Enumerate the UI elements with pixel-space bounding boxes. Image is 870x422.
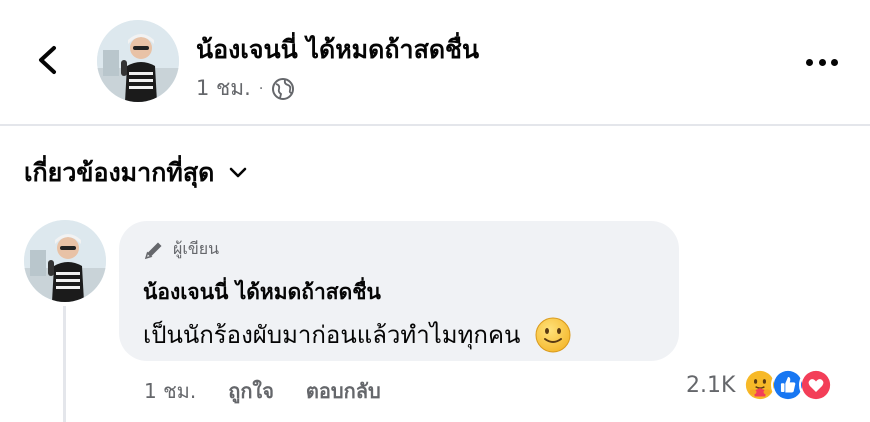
more-dot-icon xyxy=(831,58,838,66)
commenter-name[interactable]: น้องเจนนี่ ได้หมดถ้าสดชื่น xyxy=(143,276,381,309)
comment-bubble[interactable]: ผู้เขียน น้องเจนนี่ ได้หมดถ้าสดชื่น เป็น… xyxy=(119,221,679,361)
header-divider xyxy=(0,124,870,126)
commenter-avatar[interactable] xyxy=(24,220,106,302)
more-dot-icon xyxy=(818,58,826,66)
love-reaction-icon xyxy=(799,368,834,402)
back-arrow-icon xyxy=(39,46,56,74)
author-badge: ผู้เขียน xyxy=(143,237,219,262)
meta-separator: · xyxy=(258,80,264,97)
avatar-photo xyxy=(24,220,106,302)
more-dot-icon xyxy=(806,58,813,66)
post-meta: 1 ชม. · xyxy=(196,72,295,105)
comment-actions: 1 ชม. ถูกใจ ตอบกลับ xyxy=(144,375,381,407)
comment-body: เป็นนักร้องผับมาก่อนแล้วทำไมทุกคน xyxy=(143,321,521,349)
comment-text: เป็นนักร้องผับมาก่อนแล้วทำไมทุกคน xyxy=(143,315,572,354)
chevron-down-icon xyxy=(230,167,247,178)
author-badge-label: ผู้เขียน xyxy=(173,239,220,258)
sort-label: เกี่ยวข้องมากที่สุด xyxy=(24,158,215,187)
globe-icon[interactable] xyxy=(271,77,295,101)
pencil-icon xyxy=(144,242,162,259)
more-options-button[interactable] xyxy=(800,50,844,74)
reply-button[interactable]: ตอบกลับ xyxy=(306,375,381,407)
author-avatar[interactable] xyxy=(97,20,179,102)
like-button[interactable]: ถูกใจ xyxy=(228,375,274,407)
comment-time[interactable]: 1 ชม. xyxy=(144,375,196,407)
comment-sort-dropdown[interactable]: เกี่ยวข้องมากที่สุด xyxy=(24,153,248,193)
slight-smile-icon xyxy=(535,317,571,352)
reaction-count: 2.1K xyxy=(686,372,736,398)
post-header: น้องเจนนี่ ได้หมดถ้าสดชื่น 1 ชม. · xyxy=(0,0,870,124)
reaction-summary[interactable]: 2.1K xyxy=(686,368,834,402)
reply-thread-line xyxy=(63,306,66,422)
post-author-name[interactable]: น้องเจนนี่ ได้หมดถ้าสดชื่น xyxy=(196,30,479,70)
back-button[interactable] xyxy=(28,40,68,80)
avatar-photo xyxy=(97,20,179,102)
post-time[interactable]: 1 ชม. xyxy=(196,72,251,105)
